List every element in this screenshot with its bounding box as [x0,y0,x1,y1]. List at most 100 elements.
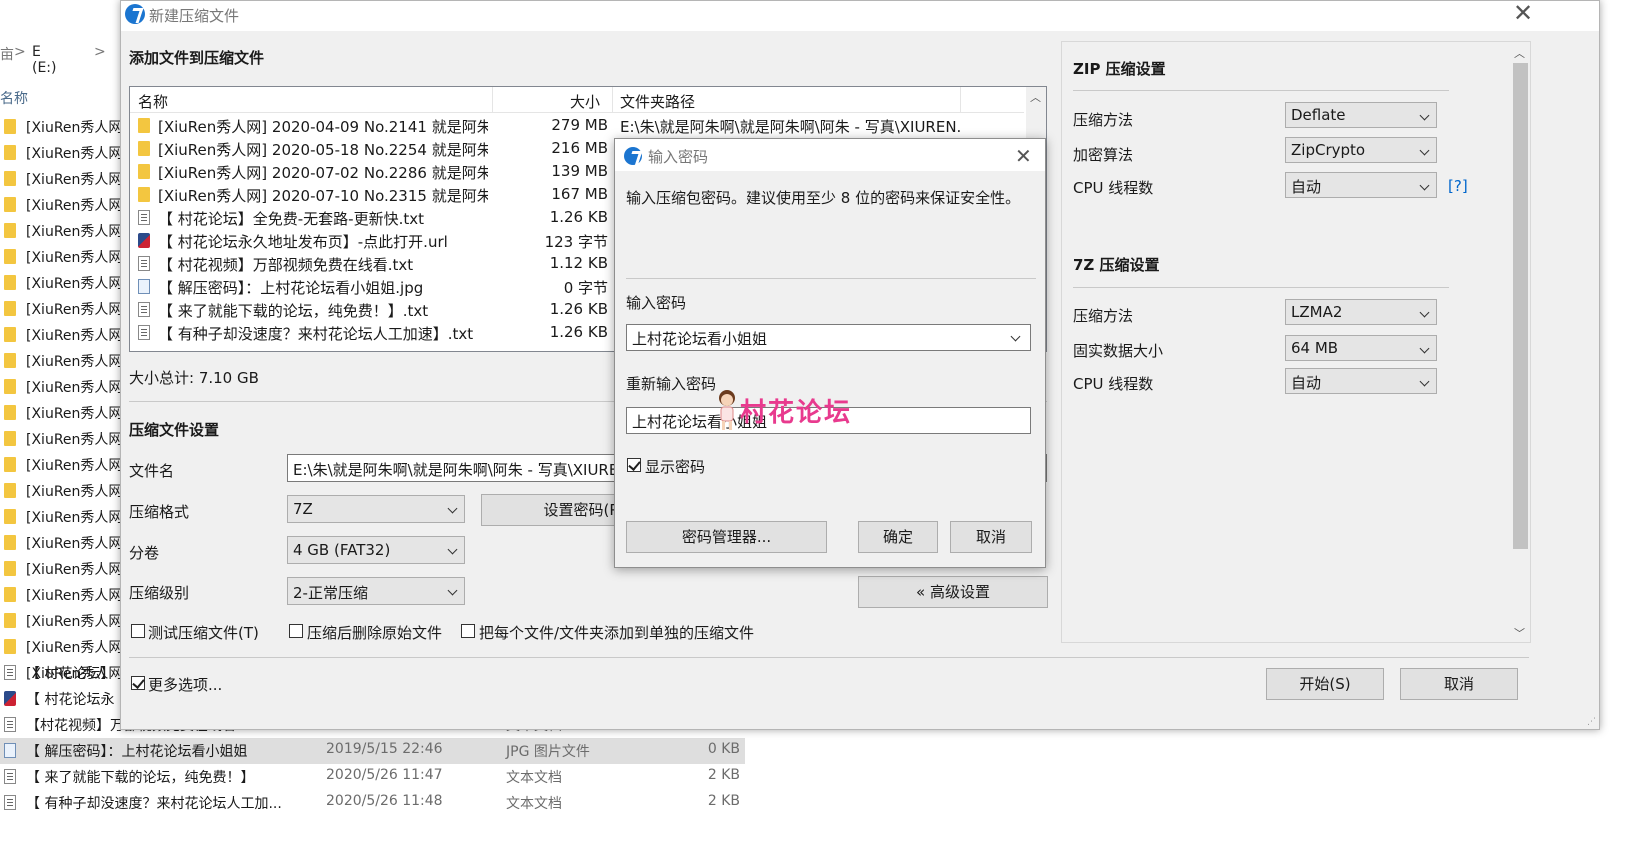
explorer-folder-name: [XiuRen秀人网 [26,510,123,526]
folder-icon [4,431,16,446]
archive-settings-title: 压缩文件设置 [129,421,220,439]
folder-icon [4,119,16,134]
explorer-folder-name: [XiuRen秀人网 [26,250,123,266]
folder-icon [4,275,16,290]
jpg-file-icon [4,743,16,758]
file-list-name: 【 解压密码】：上村花论坛看小姐姐.jpg [158,279,424,297]
more-options-checkbox[interactable] [131,676,145,690]
column-header-name[interactable]: 名称 [138,91,168,112]
advanced-settings-button[interactable]: « 高级设置 [858,576,1048,608]
folder-icon [4,249,16,264]
dialog-title: 新建压缩文件 [149,7,240,25]
divider [129,657,1529,658]
explorer-folder-name: [XiuRen秀人网 [26,224,123,240]
folder-icon [4,613,16,628]
zip-method-select[interactable]: Deflate [1285,102,1437,128]
explorer-file-type: 文本文档 [506,796,562,812]
separate-archives-checkbox[interactable] [461,624,475,638]
explorer-file-row[interactable]: 【 解压密码】：上村花论坛看小姐姐 2019/5/15 22:46 JPG 图片文件… [0,738,745,764]
scrollbar-thumb[interactable] [1513,63,1528,549]
enter-password-label: 输入密码 [626,294,687,312]
password-input[interactable]: 上村花论坛看小姐姐 [626,324,1031,351]
folder-icon [4,561,16,576]
explorer-file-row[interactable]: 【 有种子却没速度？来村花论坛人工加... 2020/5/26 11:48 文本文档… [0,790,745,816]
breadcrumb-drive[interactable]: E (E:) [32,44,57,76]
7z-threads-select[interactable]: 自动 [1285,368,1437,394]
scroll-up-icon[interactable]: ︿ [1514,45,1525,61]
file-list-name: 【 村花视频】万部视频免费在线看.txt [158,256,414,274]
file-list-size: 1.12 KB [549,254,608,272]
zip-settings-title: ZIP 压缩设置 [1073,60,1166,78]
file-list-name: 【 村花论坛永久地址发布页】-点此打开.url [158,233,448,251]
reenter-password-label: 重新输入密码 [626,375,717,393]
more-options-label[interactable]: 更多选项... [148,674,222,695]
watermark: 村花论坛 [710,388,870,438]
scroll-down-icon[interactable]: ﹀ [1514,625,1525,641]
folder-icon [4,535,16,550]
chevron-down-icon [447,585,458,596]
cancel-button[interactable]: 取消 [950,521,1032,553]
watermark-text: 村花论坛 [740,398,853,428]
file-list-size: 1.26 KB [549,323,608,341]
breadcrumb-separator: > [94,44,106,60]
chevron-down-icon [1419,180,1430,191]
help-link[interactable]: [?] [1448,177,1468,195]
folder-icon [4,145,16,160]
file-list-name: [XiuRen秀人网] 2020-07-02 No.2286 就是阿朱... [158,164,488,182]
zip-method-label: 压缩方法 [1073,111,1134,129]
7z-method-select[interactable]: LZMA2 [1285,299,1437,325]
folder-icon [4,327,16,342]
ok-button[interactable]: 确定 [858,521,938,553]
close-icon[interactable]: ✕ [1513,1,1533,25]
explorer-folder-name: [XiuRen秀人网 [26,484,123,500]
app-logo-icon [624,147,642,165]
zip-encryption-select[interactable]: ZipCrypto [1285,137,1437,163]
test-archive-label[interactable]: 测试压缩文件(T) [148,622,259,643]
chevron-down-icon[interactable] [1010,331,1021,342]
cancel-button[interactable]: 取消 [1400,668,1518,700]
show-password-checkbox[interactable] [627,458,641,472]
chevron-down-icon [1419,145,1430,156]
explorer-file-name: 【 有种子却没速度？来村花论坛人工加... [26,796,282,812]
delete-after-checkbox[interactable] [289,624,303,638]
level-select[interactable]: 2-正常压缩 [287,577,465,605]
zip-threads-select[interactable]: 自动 [1285,172,1437,198]
folder-icon [4,301,16,316]
start-button[interactable]: 开始(S) [1266,668,1384,700]
zip-encryption-label: 加密算法 [1073,146,1134,164]
add-files-title: 添加文件到压缩文件 [129,49,265,67]
show-password-label[interactable]: 显示密码 [645,456,705,477]
7z-solid-select[interactable]: 64 MB [1285,335,1437,361]
scroll-up-icon[interactable]: ︿ [1030,89,1041,105]
explorer-file-row[interactable]: 【 来了就能下载的论坛，纯免费！】 2020/5/26 11:47 文本文档 2 KB [0,764,745,790]
password-description: 输入压缩包密码。建议使用至少 8 位的密码来保证安全性。 [626,189,1021,207]
folder-icon [4,379,16,394]
password-dialog-title: 输入密码 [648,148,709,166]
delete-after-label[interactable]: 压缩后删除原始文件 [307,622,442,643]
column-header-size[interactable]: 大小 [570,91,600,112]
explorer-file-name: 【 来了就能下载的论坛，纯免费！】 [26,770,255,786]
test-archive-checkbox[interactable] [131,624,145,638]
resize-grip-icon[interactable]: ⋰ [1587,717,1596,727]
7z-settings-title: 7Z 压缩设置 [1073,256,1160,274]
column-header-name[interactable]: 名称 [0,88,28,108]
close-icon[interactable]: ✕ [1015,144,1032,168]
file-list-row[interactable]: [XiuRen秀人网] 2020-04-09 No.2141 就是阿朱... 27… [130,114,1024,137]
chevron-down-icon [447,503,458,514]
divider [1073,287,1449,288]
dialog-titlebar[interactable]: 新建压缩文件 ✕ [121,1,1599,31]
explorer-folder-name: [XiuRen秀人网 [26,328,123,344]
folder-icon [4,197,16,212]
password-dialog-titlebar[interactable]: 输入密码 ✕ [615,139,1045,171]
volume-select[interactable]: 4 GB (FAT32) [287,536,465,564]
column-header-path[interactable]: 文件夹路径 [620,91,695,112]
separate-archives-label[interactable]: 把每个文件/文件夹添加到单独的压缩文件 [479,622,754,643]
settings-scrollbar[interactable]: ︿ ﹀ [1511,43,1529,641]
chevron-down-icon [1419,376,1430,387]
password-manager-button[interactable]: 密码管理器... [626,521,827,553]
format-select[interactable]: 7Z [287,495,465,523]
breadcrumb-prefix: 亩 [0,47,14,63]
explorer-file-type: 文本文档 [506,770,562,786]
zip-threads-label: CPU 线程数 [1073,179,1154,197]
file-list-size: 139 MB [551,162,608,180]
